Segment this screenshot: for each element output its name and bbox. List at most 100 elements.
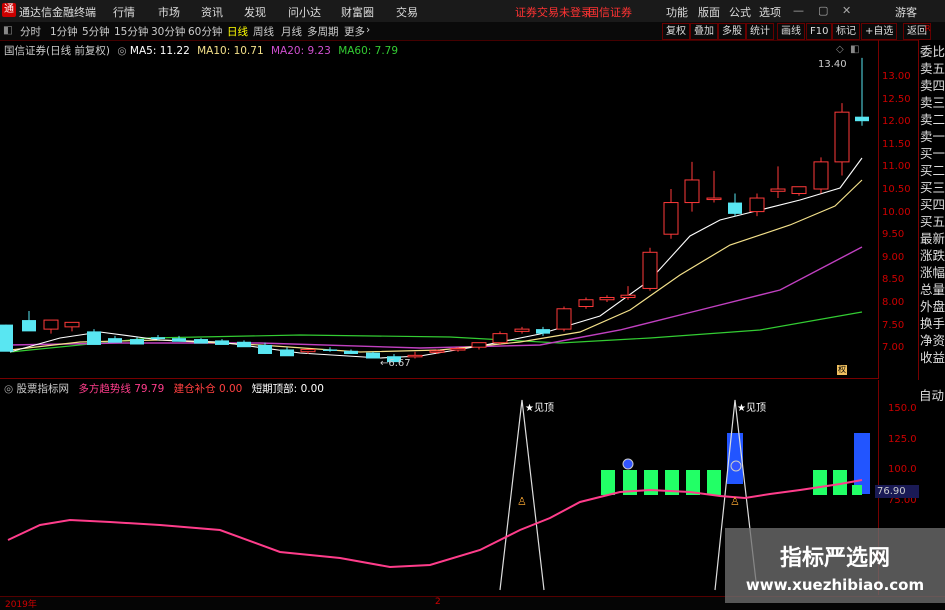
candle-body <box>300 348 316 353</box>
quote-field-17: 净资 <box>919 333 945 348</box>
chevron-right-icon[interactable]: › <box>366 24 370 36</box>
event-marker-icon[interactable]: 权 <box>837 365 847 375</box>
quote-field-18: 收益 <box>919 350 945 365</box>
price-tick-2: 12.00 <box>882 116 911 128</box>
indicator-current-value: 76.90 <box>875 485 919 498</box>
f10-button[interactable]: F10 <box>806 23 833 40</box>
quote-field-0: 委比 <box>919 44 945 59</box>
quote-field-4: 卖二 <box>919 112 945 127</box>
price-tick-11: 7.50 <box>882 319 905 331</box>
menu-gongshi[interactable]: 公式 <box>729 4 751 20</box>
quote-field-11: 最新 <box>919 231 945 246</box>
candle-body <box>172 338 186 342</box>
menu-caifuquan[interactable]: 财富圈 <box>341 4 374 20</box>
panel-toggle-icon[interactable]: ◧ <box>3 24 13 36</box>
candle-body <box>215 340 229 345</box>
candle-body <box>536 329 550 334</box>
buy-signal-bar <box>852 485 862 495</box>
quote-field-9: 买四 <box>919 197 945 212</box>
price-tick-6: 10.00 <box>882 206 911 218</box>
fuquan-button[interactable]: 复权 <box>662 23 690 40</box>
buy-signal-bar <box>601 470 615 495</box>
period-monthly[interactable]: 月线 <box>281 24 302 39</box>
time-marker: 2 <box>435 597 441 607</box>
menu-faxian[interactable]: 发现 <box>244 4 266 20</box>
candle-body <box>642 251 658 289</box>
candle-body <box>834 111 850 163</box>
menu-shichang[interactable]: 市场 <box>158 4 180 20</box>
period-30min[interactable]: 30分钟 <box>151 24 185 39</box>
person-icon: ♙ <box>517 495 527 508</box>
candle-body <box>108 338 122 343</box>
menu-hangqing[interactable]: 行情 <box>113 4 135 20</box>
indicator-tick-0: 150.0 <box>888 403 917 414</box>
period-weekly[interactable]: 周线 <box>253 24 274 39</box>
top-marker-2: ★见顶 <box>737 402 766 414</box>
menu-gongneng[interactable]: 功能 <box>666 4 688 20</box>
period-fenshi[interactable]: 分时 <box>20 24 41 39</box>
guest-label[interactable]: 游客 <box>895 4 917 20</box>
period-1min[interactable]: 1分钟 <box>50 24 78 39</box>
watermark: 指标严选网 www.xuezhibiao.com <box>725 528 945 603</box>
broker-name: 国信证券 <box>588 6 632 19</box>
price-tick-10: 8.00 <box>882 297 905 308</box>
candle-body <box>471 342 487 348</box>
auto-label[interactable]: 自动 <box>918 385 945 404</box>
period-more[interactable]: 更多 <box>344 24 365 39</box>
candle-body <box>323 349 337 351</box>
period-5min[interactable]: 5分钟 <box>82 24 110 39</box>
ma60-line <box>9 311 863 353</box>
ma20-line <box>9 246 863 349</box>
menu-xuanxiang[interactable]: 选项 <box>759 4 781 20</box>
biaoji-button[interactable]: 标记 <box>832 23 860 40</box>
price-tick-3: 11.50 <box>882 138 911 150</box>
panel-expand-icon[interactable]: ◧ <box>850 44 859 55</box>
diamond-icon[interactable]: ◇ <box>836 44 844 55</box>
menu-jiaoyi[interactable]: 交易 <box>396 4 418 20</box>
quote-field-15: 外盘 <box>919 299 945 314</box>
candle-body <box>258 344 272 354</box>
add-watchlist-button[interactable]: +自选 <box>861 23 898 40</box>
close-icon[interactable]: ✕ <box>842 4 851 17</box>
candle-body <box>130 339 144 345</box>
candle-body <box>344 350 358 354</box>
quote-field-16: 换手 <box>919 316 945 331</box>
price-tick-1: 12.50 <box>882 93 911 105</box>
menu-zixun[interactable]: 资讯 <box>201 4 223 20</box>
quote-field-3: 卖三 <box>919 95 945 110</box>
candle-body <box>366 352 380 359</box>
expand-icon[interactable]: R <box>925 24 931 33</box>
menu-banmian[interactable]: 版面 <box>698 4 720 20</box>
period-daily[interactable]: 日线 <box>227 24 248 39</box>
quote-side-panel: R 委比 卖五 卖四 卖三 卖二 卖一 买一 买二 买三 买四 买五 最新 涨跌 涨幅 总量 外盘 换手 净资 收益 <box>918 24 945 380</box>
tongji-button[interactable]: 统计 <box>746 23 774 40</box>
candle-body <box>663 202 679 235</box>
candle-body <box>578 299 594 308</box>
minimize-icon[interactable]: — <box>793 4 804 17</box>
price-tick-5: 10.50 <box>882 184 911 195</box>
quote-field-6: 买一 <box>919 146 945 161</box>
duogu-button[interactable]: 多股 <box>718 23 746 40</box>
candle-body <box>770 188 786 192</box>
menu-wenxiaoda[interactable]: 问小达 <box>288 4 321 20</box>
login-status[interactable]: 证券交易未登录 <box>515 4 592 20</box>
candle-body <box>43 319 59 330</box>
price-tick-0: 13.00 <box>882 71 911 82</box>
diejia-button[interactable]: 叠加 <box>690 23 718 40</box>
price-tick-7: 9.50 <box>882 229 905 241</box>
indicator-tick-2: 100.0 <box>888 464 917 475</box>
price-tick-9: 8.50 <box>882 274 905 286</box>
huaxian-button[interactable]: 画线 <box>777 23 805 40</box>
period-15min[interactable]: 15分钟 <box>114 24 148 39</box>
buy-signal-bar <box>813 470 827 495</box>
candle-body <box>791 186 807 195</box>
period-60min[interactable]: 60分钟 <box>188 24 222 39</box>
kline-chart-panel[interactable]: 国信证券(日线 前复权) ◎ MA5: 11.22 MA10: 10.71 MA… <box>0 40 911 379</box>
watermark-cn: 指标严选网 <box>779 546 890 571</box>
indicator-tick-1: 125.0 <box>888 433 917 445</box>
restore-icon[interactable]: ▢ <box>818 4 828 17</box>
candle-body <box>620 294 636 298</box>
period-multi[interactable]: 多周期 <box>307 24 339 39</box>
candle-body <box>0 324 13 352</box>
price-tick-12: 7.00 <box>882 342 905 354</box>
